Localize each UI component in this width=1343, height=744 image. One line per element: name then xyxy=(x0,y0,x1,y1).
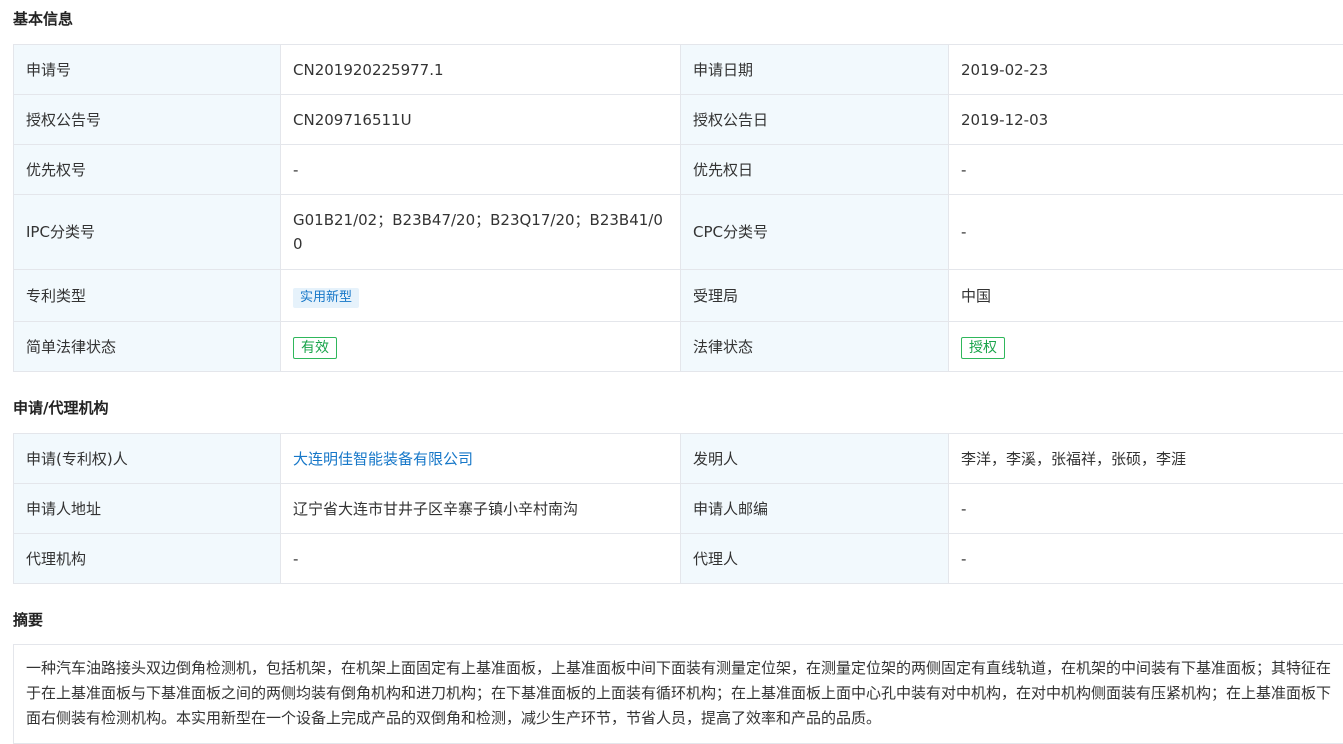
value-applicant-cell: 大连明佳智能装备有限公司 xyxy=(281,434,681,484)
value-applicant-postcode: - xyxy=(949,484,1343,534)
section-title-agency: 申请/代理机构 xyxy=(13,397,108,418)
table-row: 优先权号 - 优先权日 - xyxy=(14,145,1343,195)
label-grant-date: 授权公告日 xyxy=(681,95,949,145)
label-ipc: IPC分类号 xyxy=(14,195,281,270)
label-priority-number: 优先权号 xyxy=(14,145,281,195)
agency-table: 申请(专利权)人 大连明佳智能装备有限公司 发明人 李洋，李溪，张福祥，张硕，李… xyxy=(13,433,1343,584)
table-row: 简单法律状态 有效 法律状态 授权 xyxy=(14,322,1343,372)
label-grant-number: 授权公告号 xyxy=(14,95,281,145)
value-priority-date: - xyxy=(949,145,1343,195)
abstract-text: 一种汽车油路接头双边倒角检测机，包括机架，在机架上面固定有上基准面板，上基准面板… xyxy=(13,644,1343,744)
value-patent-type-cell: 实用新型 xyxy=(281,270,681,322)
value-agency: - xyxy=(281,534,681,584)
label-agency: 代理机构 xyxy=(14,534,281,584)
label-application-number: 申请号 xyxy=(14,45,281,95)
value-application-number: CN201920225977.1 xyxy=(281,45,681,95)
label-receiving-office: 受理局 xyxy=(681,270,949,322)
value-grant-number: CN209716511U xyxy=(281,95,681,145)
value-cpc: - xyxy=(949,195,1343,270)
value-ipc: G01B21/02；B23B47/20；B23Q17/20；B23B41/00 xyxy=(281,195,681,270)
table-row: 申请人地址 辽宁省大连市甘井子区辛寨子镇小辛村南沟 申请人邮编 - xyxy=(14,484,1343,534)
value-application-date: 2019-02-23 xyxy=(949,45,1343,95)
value-simple-legal-status-cell: 有效 xyxy=(281,322,681,372)
value-applicant-address: 辽宁省大连市甘井子区辛寨子镇小辛村南沟 xyxy=(281,484,681,534)
value-priority-number: - xyxy=(281,145,681,195)
label-cpc: CPC分类号 xyxy=(681,195,949,270)
legal-status-badge: 授权 xyxy=(961,337,1005,359)
section-title-basic-info: 基本信息 xyxy=(13,8,73,29)
table-row: 授权公告号 CN209716511U 授权公告日 2019-12-03 xyxy=(14,95,1343,145)
patent-type-tag: 实用新型 xyxy=(293,288,359,308)
value-receiving-office: 中国 xyxy=(949,270,1343,322)
label-applicant-postcode: 申请人邮编 xyxy=(681,484,949,534)
basic-info-table: 申请号 CN201920225977.1 申请日期 2019-02-23 授权公… xyxy=(13,44,1343,372)
table-row: 专利类型 实用新型 受理局 中国 xyxy=(14,270,1343,322)
label-inventor: 发明人 xyxy=(681,434,949,484)
label-legal-status: 法律状态 xyxy=(681,322,949,372)
table-row: 申请(专利权)人 大连明佳智能装备有限公司 发明人 李洋，李溪，张福祥，张硕，李… xyxy=(14,434,1343,484)
value-agent: - xyxy=(949,534,1343,584)
value-legal-status-cell: 授权 xyxy=(949,322,1343,372)
label-patent-type: 专利类型 xyxy=(14,270,281,322)
label-priority-date: 优先权日 xyxy=(681,145,949,195)
value-grant-date: 2019-12-03 xyxy=(949,95,1343,145)
label-simple-legal-status: 简单法律状态 xyxy=(14,322,281,372)
table-row: 申请号 CN201920225977.1 申请日期 2019-02-23 xyxy=(14,45,1343,95)
simple-legal-status-badge: 有效 xyxy=(293,337,337,359)
table-row: 代理机构 - 代理人 - xyxy=(14,534,1343,584)
applicant-link[interactable]: 大连明佳智能装备有限公司 xyxy=(293,450,473,468)
value-inventor: 李洋，李溪，张福祥，张硕，李涯 xyxy=(949,434,1343,484)
label-applicant-address: 申请人地址 xyxy=(14,484,281,534)
table-row: IPC分类号 G01B21/02；B23B47/20；B23Q17/20；B23… xyxy=(14,195,1343,270)
label-agent: 代理人 xyxy=(681,534,949,584)
section-title-abstract: 摘要 xyxy=(13,609,43,630)
label-application-date: 申请日期 xyxy=(681,45,949,95)
label-applicant: 申请(专利权)人 xyxy=(14,434,281,484)
